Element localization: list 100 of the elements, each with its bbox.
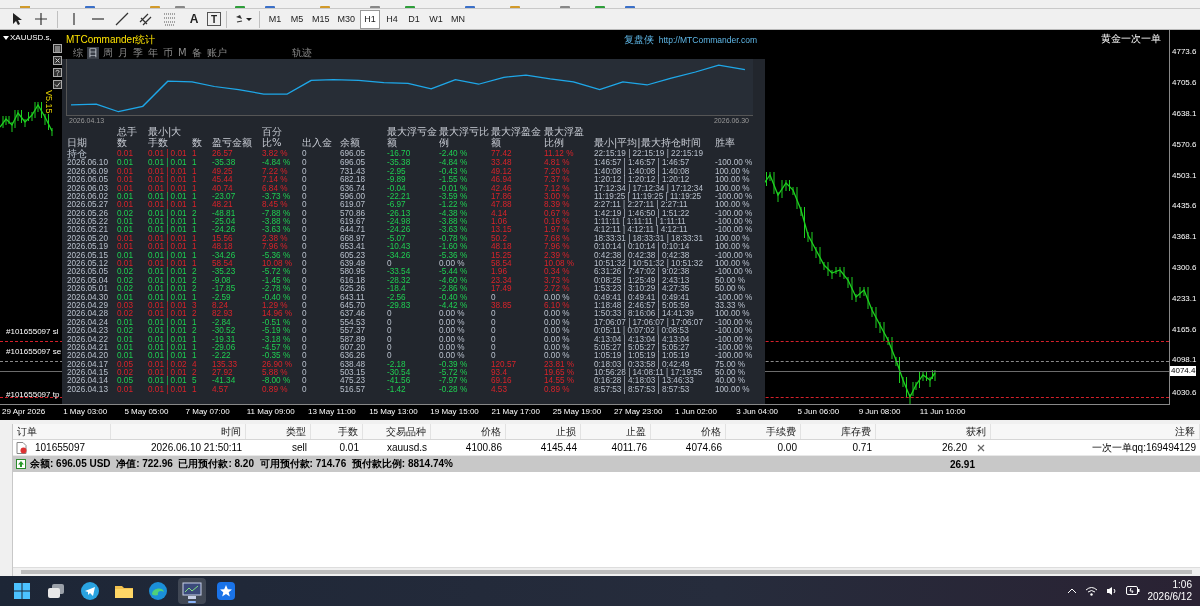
monitor-icon xyxy=(182,581,202,600)
website-link[interactable]: http://MTCommander.com xyxy=(658,34,757,45)
close-icon[interactable] xyxy=(53,56,62,66)
time-label: 11 May 09:00 xyxy=(246,406,296,419)
column-header[interactable]: 手续费 xyxy=(726,424,801,440)
column-header[interactable]: 手数 xyxy=(311,424,363,440)
table-cell-text: 100.00 % xyxy=(715,201,751,210)
column-header[interactable]: 库存费 xyxy=(801,424,876,440)
period-tab[interactable]: 账户 xyxy=(205,46,228,59)
timeframe-button[interactable]: H1 xyxy=(360,9,381,29)
table-cell-text: 6.10 % xyxy=(544,301,571,310)
table-cell-text: 516.57 xyxy=(340,385,367,395)
timeframe-button[interactable]: M5 xyxy=(287,9,307,29)
table-cell-text: 0.00 % xyxy=(439,335,466,344)
table-cell-text: 0.01 xyxy=(117,234,134,243)
table-cell-text: 7.20 % xyxy=(544,167,571,176)
period-tab[interactable]: 日 xyxy=(87,46,99,59)
period-tab[interactable]: 周 xyxy=(102,46,114,59)
table-cell-text: 8.45 % xyxy=(262,201,289,210)
table-cell-text: 10:56:28 | 14:08:11 | 17:19:55 xyxy=(594,369,704,378)
column-header[interactable]: 价格 xyxy=(431,424,506,440)
text-tool[interactable]: A xyxy=(183,9,205,29)
table-cell-text: 0 xyxy=(302,285,308,294)
table-cell-text: 0 xyxy=(302,201,308,210)
table-cell-text: -2.86 % xyxy=(439,285,469,294)
table-cell-text: 0.01 xyxy=(117,201,134,210)
timeframe-button[interactable]: M1 xyxy=(265,9,285,29)
table-cell-text: 2.38 % xyxy=(262,234,289,243)
table-cell-text: 2.72 % xyxy=(544,285,571,294)
table-cell-text: 2026.06.03 xyxy=(67,184,109,193)
table-cell-text: -1.55 % xyxy=(439,176,469,185)
taskbar-app-button[interactable] xyxy=(178,577,206,604)
period-tab[interactable]: 月 xyxy=(117,46,129,59)
period-tab[interactable]: 综 xyxy=(72,46,84,59)
table-cell-text: 0:08:25 | 1:25:49 | 2:43:13 xyxy=(594,276,691,286)
table-cell-text: -24.26 xyxy=(387,226,412,235)
check-icon[interactable] xyxy=(53,80,62,90)
timeframe-button[interactable]: M15 xyxy=(309,9,333,29)
table-cell-text: -4.38 % xyxy=(439,209,469,218)
table-cell-text: 0 xyxy=(302,243,308,252)
close-icon[interactable] xyxy=(977,443,985,452)
timeframe-button[interactable]: H4 xyxy=(382,9,403,29)
table-cell-text: 77.42 xyxy=(491,149,513,159)
scrollbar[interactable] xyxy=(21,569,1192,574)
table-cell-text: 0 xyxy=(302,377,308,386)
table-cell-text: 0.00 % xyxy=(544,335,571,344)
table-cell-text: 0 xyxy=(387,260,393,268)
column-header[interactable]: 订单 xyxy=(13,424,111,440)
dropdown-triangle-icon[interactable] xyxy=(3,36,9,41)
table-cell-text: 0 xyxy=(302,276,308,285)
wifi-icon[interactable] xyxy=(1084,585,1098,596)
table-cell-text: -100.00 % xyxy=(715,192,754,201)
timeframe-button[interactable]: MN xyxy=(448,9,469,29)
period-tab[interactable]: 备 xyxy=(190,46,203,59)
table-cell-text: 1 xyxy=(192,234,198,243)
column-header[interactable]: 获利 xyxy=(876,424,991,440)
column-header[interactable]: 价格 xyxy=(651,424,726,440)
table-cell-text: -5.36 % xyxy=(439,251,469,260)
timeframe-button[interactable]: D1 xyxy=(404,9,425,29)
speaker-icon[interactable] xyxy=(1105,585,1118,596)
table-cell-text: -3.88 % xyxy=(439,218,469,227)
column-header[interactable]: 止盈 xyxy=(581,424,651,440)
table-cell-text: 2026.05.12 xyxy=(67,260,109,268)
version-label: V5.15 xyxy=(44,90,54,114)
table-cell-text: 23.81 % xyxy=(544,360,576,369)
column-header[interactable]: 注释 xyxy=(991,424,1200,440)
table-cell-text: 4.57 xyxy=(212,385,229,395)
menu-icon[interactable] xyxy=(53,44,62,54)
table-cell-text: 7.37 % xyxy=(544,176,571,185)
table-cell-text: 0.01 | 0.01 xyxy=(148,385,188,395)
table-cell-text: 100.00 % xyxy=(715,243,751,252)
period-tab[interactable]: M xyxy=(177,46,188,59)
table-cell-text: 1 xyxy=(192,318,198,327)
clock-date[interactable]: 2026/6/12 xyxy=(1147,590,1192,603)
table-cell-text: 3.82 % xyxy=(262,149,289,159)
period-tab[interactable]: 年 xyxy=(147,46,159,59)
table-cell-text: 0.01 xyxy=(117,192,134,201)
battery-icon[interactable] xyxy=(1125,586,1140,596)
chevron-up-icon[interactable] xyxy=(1066,587,1077,594)
help-icon[interactable] xyxy=(53,68,62,78)
period-tab[interactable]: 币 xyxy=(162,46,174,59)
period-tab[interactable]: 轨迹 xyxy=(290,46,313,59)
table-cell-text: 0.01 | 0.01 xyxy=(148,293,188,303)
timeframe-button[interactable]: M30 xyxy=(334,9,359,29)
column-header[interactable]: 时间 xyxy=(111,424,246,440)
table-cell-text: 38.85 xyxy=(491,301,513,310)
column-header[interactable]: 交易品种 xyxy=(363,424,431,440)
column-header[interactable]: 止损 xyxy=(506,424,581,440)
table-cell-text: 2026.04.14 xyxy=(67,377,109,386)
table-cell-text: 1 xyxy=(192,159,198,168)
table-cell-text: 1.96 xyxy=(491,268,508,277)
table-cell-text: -41.56 xyxy=(387,377,412,386)
clock-time[interactable]: 1:06 xyxy=(1172,578,1192,591)
table-cell-text: -24.98 xyxy=(387,218,412,227)
period-tab[interactable]: 季 xyxy=(132,46,144,59)
text-label-tool[interactable]: T xyxy=(207,12,221,27)
table-cell-text: 19.65 % xyxy=(544,369,576,378)
table-cell-text: 0.01 | 0.01 xyxy=(148,234,188,244)
timeframe-button[interactable]: W1 xyxy=(426,9,447,29)
column-header[interactable]: 类型 xyxy=(246,424,311,440)
